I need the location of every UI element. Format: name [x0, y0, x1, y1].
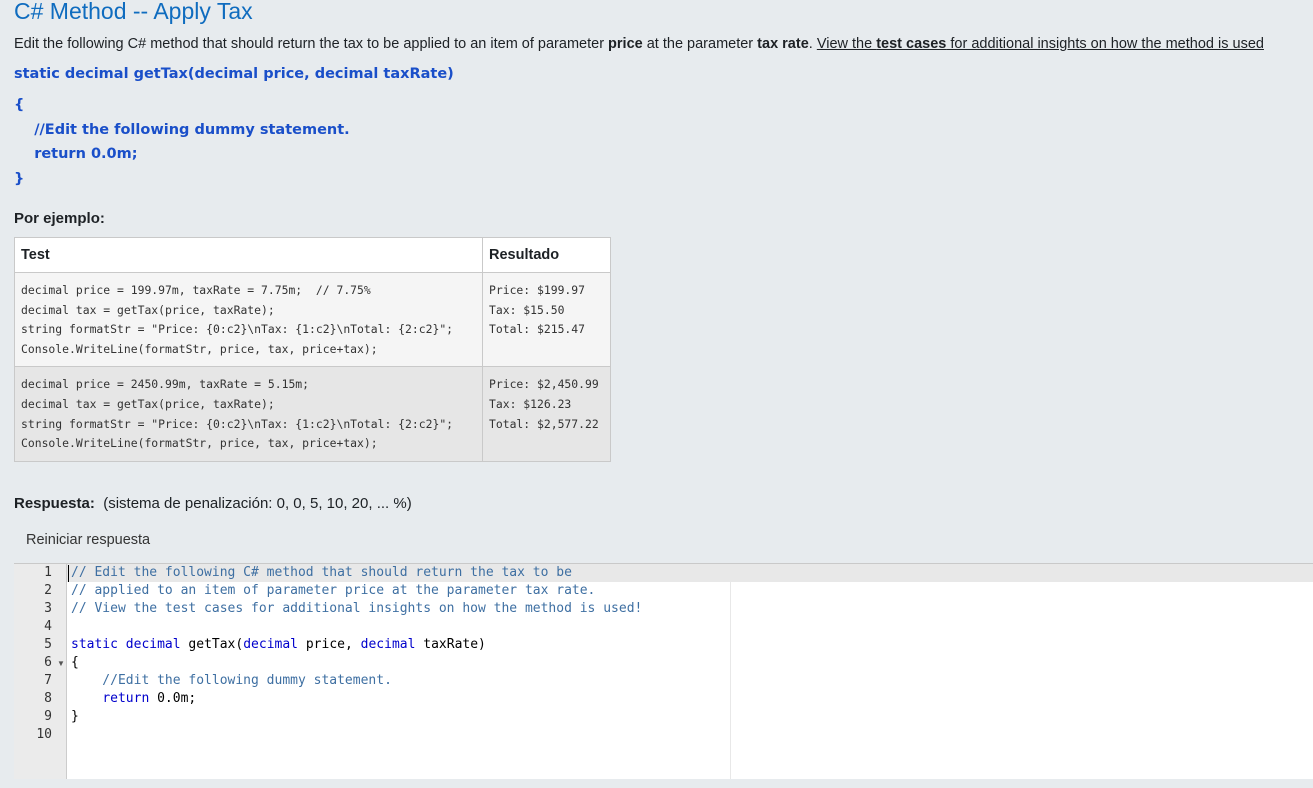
line-number: 8 — [44, 691, 52, 706]
example-label: Por ejemplo: — [14, 210, 105, 227]
code-line: } — [71, 709, 79, 724]
code-line: //Edit the following dummy statement. — [71, 673, 392, 688]
kw-decimal: decimal — [243, 637, 299, 652]
code-line: { — [71, 655, 79, 670]
test-cell: decimal price = 2450.99m, taxRate = 5.15… — [14, 366, 483, 462]
page-title: C# Method -- Apply Tax — [14, 0, 253, 24]
line-number: 4 — [44, 619, 52, 634]
line-number: 2 — [44, 583, 52, 598]
reset-answer-button[interactable]: Reiniciar respuesta — [14, 523, 162, 557]
fold-arrow-icon[interactable]: ▼ — [57, 659, 65, 668]
table-row: decimal price = 2450.99m, taxRate = 5.15… — [14, 366, 611, 462]
question-description: Edit the following C# method that should… — [14, 36, 1264, 52]
line-number: 6 — [44, 655, 52, 670]
text-cursor — [68, 565, 69, 582]
body-line-close-brace: } — [14, 171, 25, 187]
link-text-1: View the — [816, 36, 877, 52]
line-number: 5 — [44, 637, 52, 652]
answer-label: Respuesta: — [14, 495, 95, 512]
kw-decimal: decimal — [125, 637, 181, 652]
code-line: // applied to an item of parameter price… — [71, 583, 596, 598]
kw-return: return — [102, 691, 150, 706]
kw-static: static — [71, 637, 118, 652]
desc-text-2: at the parameter — [642, 36, 758, 52]
test-cases-table: Test Resultado decimal price = 199.97m, … — [14, 237, 611, 462]
code-line-return: return 0.0m; — [102, 691, 197, 706]
body-line-open-brace: { — [14, 97, 25, 113]
line-number: 1 — [44, 565, 52, 580]
kw-decimal: decimal — [360, 637, 416, 652]
line-number: 9 — [44, 709, 52, 724]
body-line-return: return 0.0m; — [14, 146, 138, 162]
desc-bold-tax-rate: tax rate — [757, 36, 809, 52]
table-row: decimal price = 199.97m, taxRate = 7.75m… — [14, 271, 611, 368]
code-line: // View the test cases for additional in… — [71, 601, 643, 616]
penalty-text: (sistema de penalización: 0, 0, 5, 10, 2… — [103, 495, 412, 512]
table-header-row: Test Resultado — [14, 237, 611, 273]
method-signature: static decimal getTax(decimal price, dec… — [14, 66, 454, 82]
code-editor[interactable]: 1 2 3 4 5 6 ▼ 7 8 9 10 // Edit the follo… — [14, 563, 1313, 779]
code-line-signature: static decimal getTax(decimal price, dec… — [71, 637, 486, 652]
line-number: 7 — [44, 673, 52, 688]
desc-text-3: . — [808, 36, 817, 52]
code-line: // Edit the following C# method that sho… — [71, 565, 572, 580]
desc-text-1: Edit the following C# method that should… — [14, 36, 609, 52]
result-cell: Price: $199.97 Tax: $15.50 Total: $215.4… — [482, 271, 611, 368]
result-cell: Price: $2,450.99 Tax: $126.23 Total: $2,… — [482, 366, 611, 462]
link-text-2: for additional insights on how the metho… — [946, 36, 1264, 52]
print-margin — [730, 564, 731, 779]
body-line-comment: //Edit the following dummy statement. — [14, 122, 350, 138]
line-number: 10 — [36, 727, 52, 742]
answer-heading: Respuesta: (sistema de penalización: 0, … — [14, 495, 412, 512]
header-result: Resultado — [482, 237, 611, 273]
link-bold: test cases — [876, 36, 947, 52]
header-test: Test — [14, 237, 483, 273]
test-cases-link[interactable]: View the test cases for additional insig… — [817, 36, 1264, 52]
test-cell: decimal price = 199.97m, taxRate = 7.75m… — [14, 271, 483, 368]
line-number-gutter: 1 2 3 4 5 6 ▼ 7 8 9 10 — [14, 564, 67, 779]
line-number: 3 — [44, 601, 52, 616]
desc-bold-price: price — [608, 36, 643, 52]
